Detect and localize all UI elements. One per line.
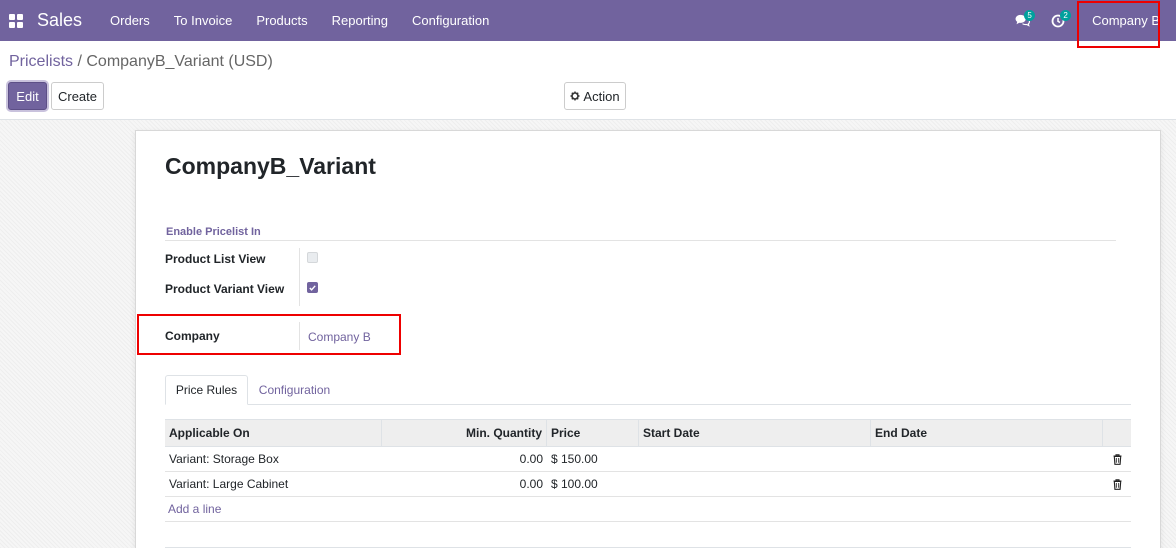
product-list-view-checkbox[interactable] [307,252,318,263]
activities-count-badge: 2 [1060,10,1072,21]
checkmark-icon [309,284,316,291]
action-button[interactable]: Action [564,82,626,110]
pricelist-name[interactable]: CompanyB_Variant [165,153,376,180]
product-variant-view-label: Product Variant View [165,282,285,296]
col-price[interactable]: Price [547,420,639,447]
top-navbar: Sales Orders To Invoice Products Reporti… [0,0,1176,41]
col-actions [1103,420,1131,447]
add-a-line-link[interactable]: Add a line [165,502,221,516]
menu-to-invoice[interactable]: To Invoice [162,0,245,41]
messages-button[interactable]: 5 [1004,0,1040,41]
breadcrumb-current: CompanyB_Variant (USD) [86,53,273,70]
field-column-divider [299,248,300,306]
table-row[interactable]: Variant: Large Cabinet 0.00 $ 100.00 [165,472,1131,497]
menu-reporting[interactable]: Reporting [320,0,400,41]
cell-price: $ 100.00 [551,477,598,491]
app-name[interactable]: Sales [37,10,82,31]
menu-products[interactable]: Products [244,0,319,41]
product-variant-view-checkbox[interactable] [307,282,318,293]
breadcrumb: Pricelists / CompanyB_Variant (USD) [9,53,273,71]
cell-applicable-on: Variant: Storage Box [169,452,279,466]
group-separator [165,240,1116,241]
messages-count-badge: 5 [1024,10,1036,21]
company-switcher-highlight [1077,1,1160,48]
menu-configuration[interactable]: Configuration [400,0,501,41]
breadcrumb-pricelists-link[interactable]: Pricelists [9,53,73,70]
apps-menu-icon[interactable] [9,13,23,28]
cell-price: $ 150.00 [551,452,598,466]
table-row[interactable]: Variant: Storage Box 0.00 $ 150.00 [165,447,1131,472]
enable-pricelist-group-title: Enable Pricelist In [166,226,261,238]
add-line-row: Add a line [165,497,1131,522]
tab-price-rules[interactable]: Price Rules [165,375,248,405]
company-field-highlight [137,314,401,355]
action-button-label: Action [583,88,620,104]
cell-min-quantity: 0.00 [519,477,543,491]
cell-min-quantity: 0.00 [519,452,543,466]
trash-icon [1113,453,1121,465]
gear-icon [570,91,580,101]
activities-button[interactable]: 2 [1040,0,1076,41]
tab-configuration[interactable]: Configuration [251,375,338,405]
create-button-label: Create [57,88,98,104]
edit-button[interactable]: Edit [8,82,47,110]
breadcrumb-separator: / [77,53,82,70]
price-rules-table: Applicable On Min. Quantity Price Start … [165,419,1131,522]
col-end-date[interactable]: End Date [871,420,1103,447]
trash-icon [1113,478,1121,490]
col-applicable-on[interactable]: Applicable On [165,420,382,447]
col-start-date[interactable]: Start Date [639,420,871,447]
delete-row-button[interactable] [1103,453,1131,465]
col-min-quantity[interactable]: Min. Quantity [382,420,547,447]
menu-orders[interactable]: Orders [98,0,162,41]
delete-row-button[interactable] [1103,478,1131,490]
table-header: Applicable On Min. Quantity Price Start … [165,419,1131,447]
cell-applicable-on: Variant: Large Cabinet [169,477,289,491]
product-list-view-label: Product List View [165,252,266,266]
create-button[interactable]: Create [51,82,104,110]
